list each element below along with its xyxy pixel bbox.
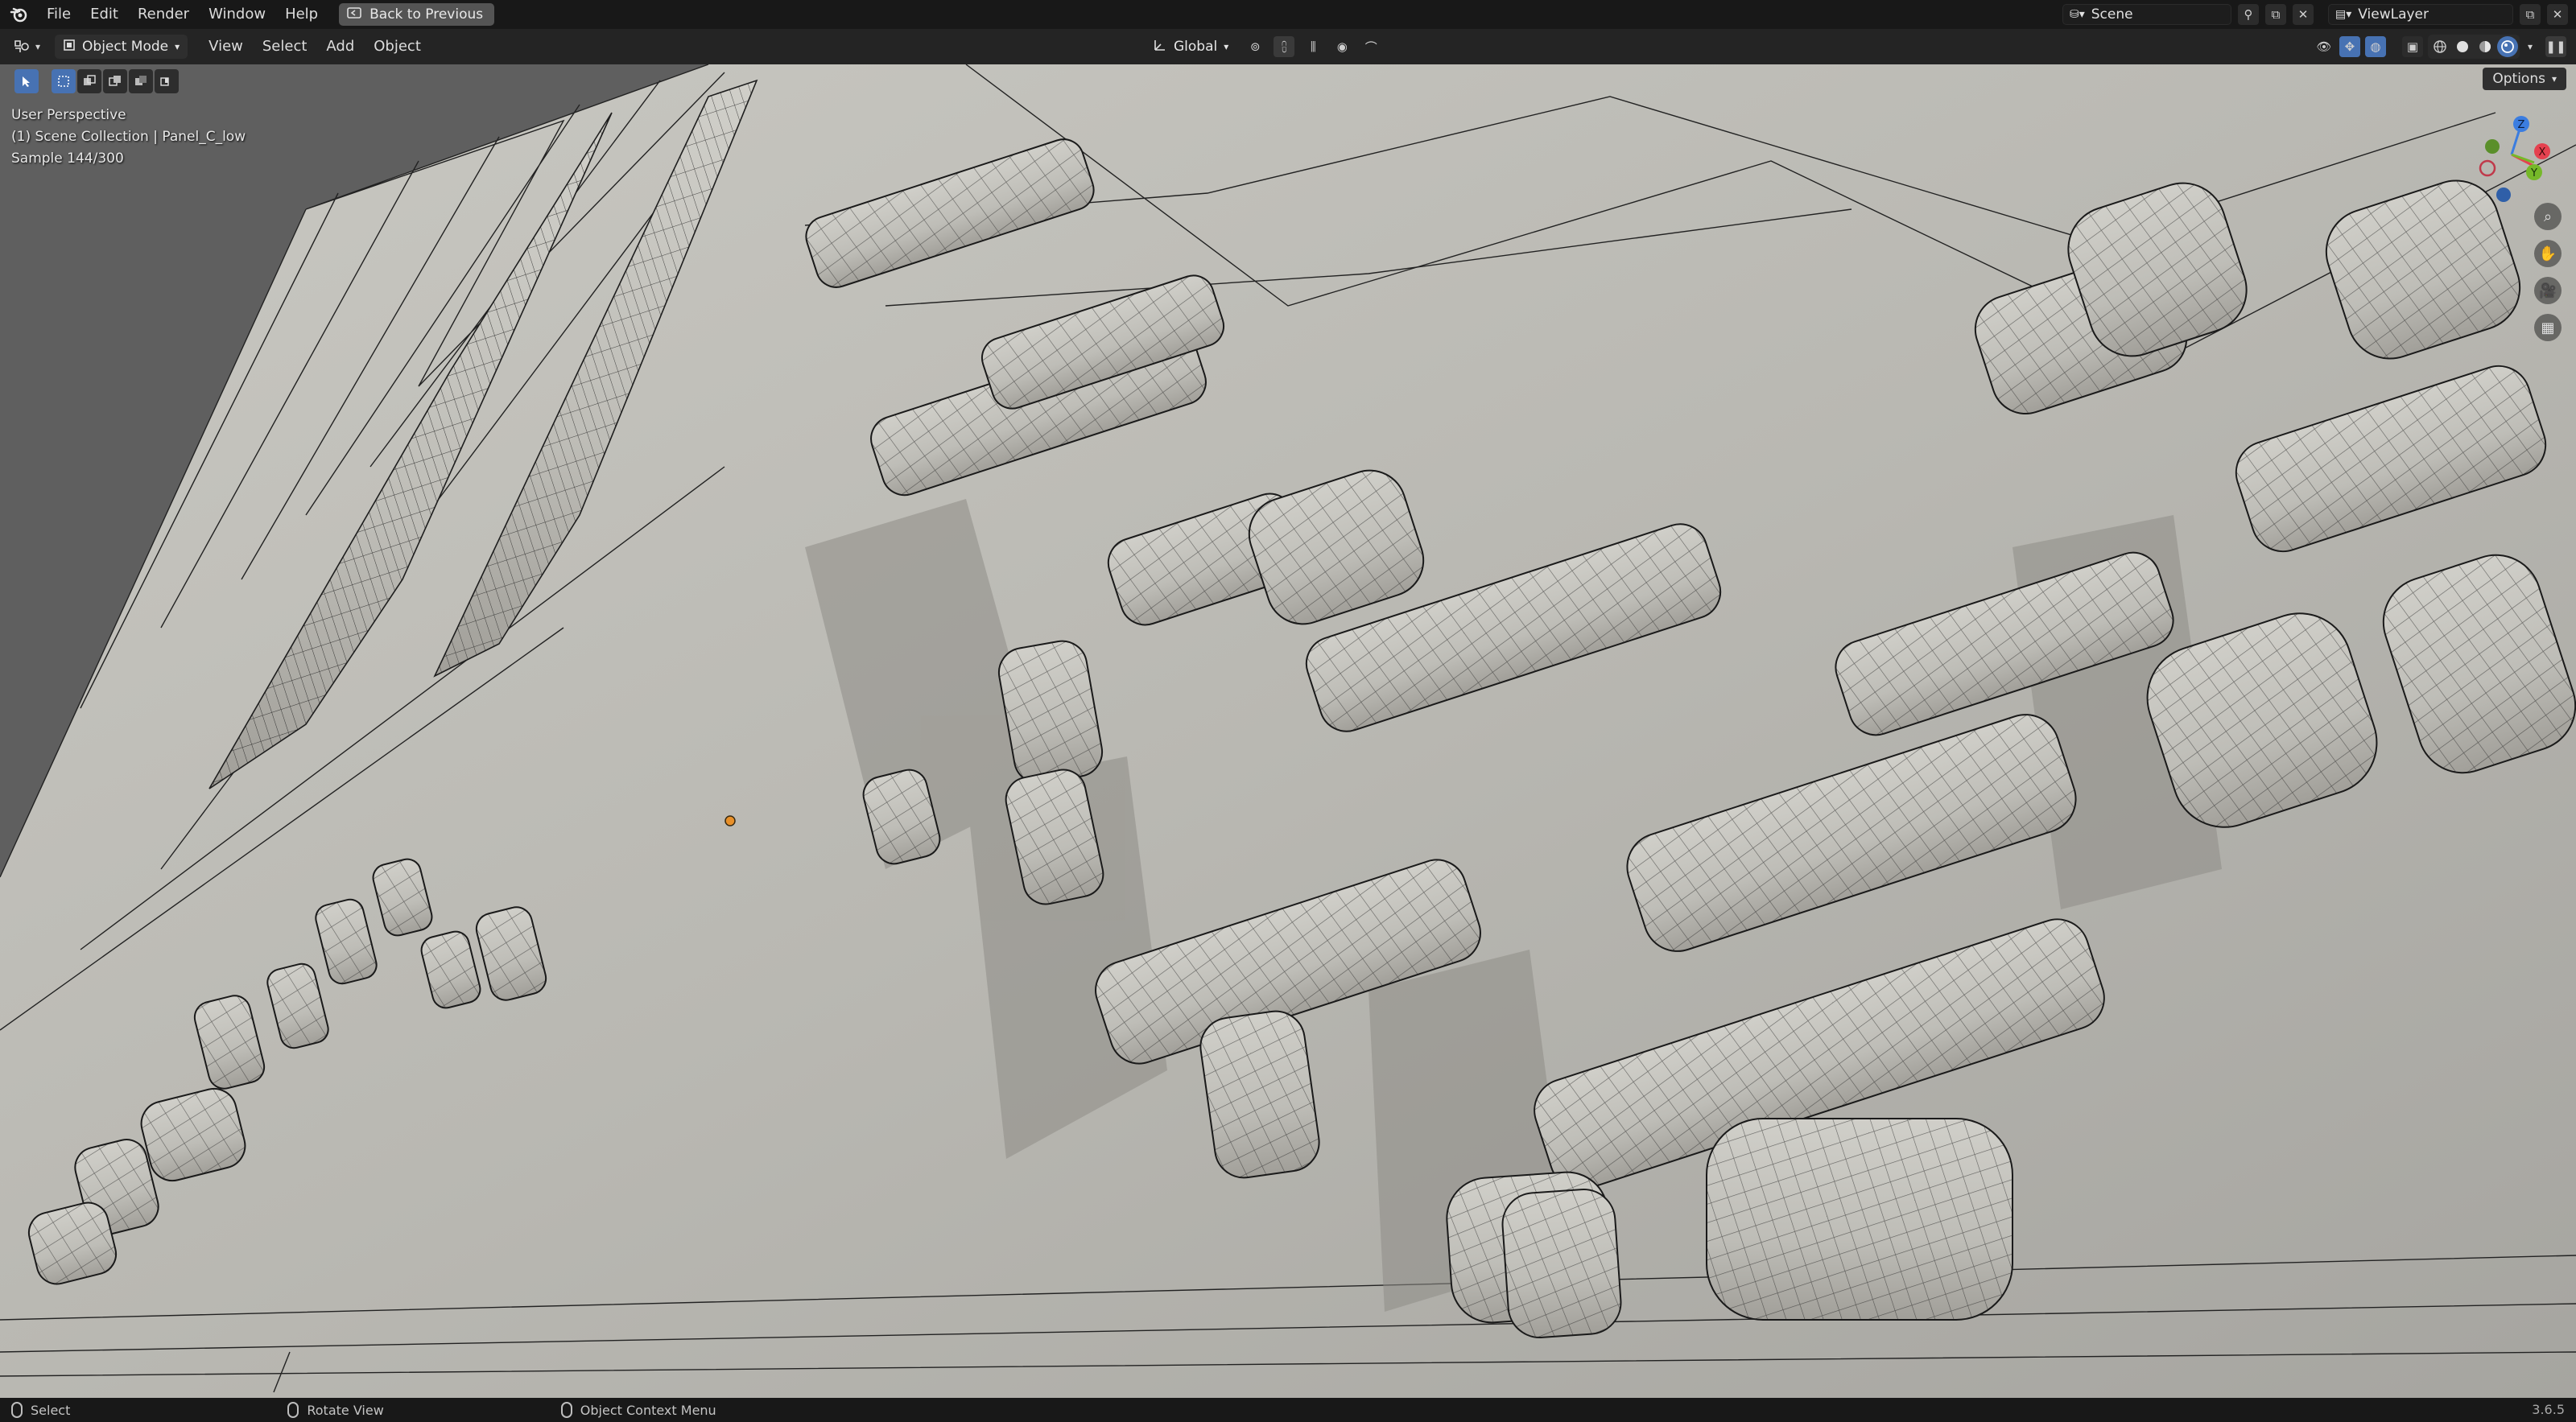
grid-icon[interactable]: ▦ [2534,314,2562,341]
neg-y-axis-handle [2485,139,2500,154]
menu-render[interactable]: Render [128,0,199,29]
transform-orientation-label: Global [1174,39,1218,55]
editor-type-icon[interactable]: ▾ [8,35,45,59]
menu-view[interactable]: View [199,29,253,64]
material-shading-icon[interactable] [2475,36,2496,57]
back-icon [347,6,361,23]
select-mode-toolbar [14,69,179,93]
status-rotate-label: Rotate View [307,1402,384,1418]
neg-z-axis-handle [2496,188,2511,202]
status-context: Object Context Menu [560,1402,716,1418]
new-scene-icon[interactable]: ⧉ [2265,4,2286,25]
scene-icon: ⛁▾ [2070,8,2085,21]
mouse-middle-icon [287,1402,299,1418]
menu-file[interactable]: File [37,0,80,29]
version-label: 3.6.5 [2532,1402,2565,1417]
status-select: Select [11,1402,70,1418]
menu-help[interactable]: Help [275,0,328,29]
orientation-icon [1153,38,1167,56]
mouse-right-icon [560,1402,572,1418]
close-icon[interactable]: ✕ [2293,4,2314,25]
menu-add[interactable]: Add [316,29,364,64]
remove-view-layer-icon[interactable]: ✕ [2547,4,2568,25]
select-new-icon[interactable] [52,69,76,93]
back-to-previous-button[interactable]: Back to Previous [339,3,495,26]
transform-orientation-dropdown[interactable]: Global ▾ [1145,35,1236,59]
menu-window[interactable]: Window [199,0,275,29]
transform-tools: Global ▾ ⊚ ⩉ ⫼ ◉ ⌒ [1135,29,1381,64]
status-context-label: Object Context Menu [580,1402,716,1418]
neg-x-axis-handle [2479,159,2496,177]
select-invert-icon[interactable] [129,69,153,93]
menu-object[interactable]: Object [364,29,431,64]
snap-icon[interactable]: ⩉ [1274,36,1295,57]
sample-counter: Sample 144/300 [11,150,124,167]
mesh-block-wireframe [1707,1119,2013,1320]
view-layer-icon: ▤▾ [2335,8,2352,21]
menu-select[interactable]: Select [253,29,317,64]
scene-selector-area: ⛁▾ Scene ⚲ ⧉ ✕ ▤▾ ViewLayer ⧉ ✕ [2062,0,2576,29]
shading-controls: 👁 ✥ ◍ ▣ ▾ ❚❚ [2314,29,2566,64]
xray-icon[interactable]: ▣ [2401,36,2423,57]
mouse-icon [11,1402,23,1418]
shading-options-icon[interactable]: ▾ [2528,41,2533,52]
pin-icon[interactable]: ⚲ [2238,4,2259,25]
select-subtract-icon[interactable] [103,69,127,93]
navigation-gizmo[interactable]: Z X Y [2463,106,2560,203]
status-bar: Select Rotate View Object Context Menu 3… [0,1398,2576,1422]
svg-text:X: X [2539,146,2546,159]
svg-text:Z: Z [2518,119,2525,131]
top-menu-bar: File Edit Render Window Help Back to Pre… [0,0,2576,29]
viewport-info-overlay: User Perspective (1) Scene Collection | … [11,105,246,170]
rendered-scene[interactable] [0,64,2576,1398]
rendered-shading-icon[interactable] [2496,36,2518,57]
svg-text:Y: Y [2530,167,2537,179]
proportional-icon[interactable]: ◉ [1331,36,1352,57]
blender-logo-icon[interactable] [8,3,31,26]
overlay-icon[interactable]: ◍ [2364,36,2386,57]
mesh-block-wireframe [1502,1189,1621,1338]
scene-selector[interactable]: ⛁▾ Scene [2062,4,2231,25]
origin-point [724,815,736,826]
status-rotate: Rotate View [287,1402,384,1418]
zoom-icon[interactable]: ⌕ [2534,203,2562,230]
object-mode-icon [63,39,76,56]
view-layer-name: ViewLayer [2358,6,2429,23]
select-intersect-icon[interactable] [155,69,179,93]
back-to-previous-label: Back to Previous [369,6,484,23]
hand-pan-icon[interactable]: ✋ [2534,240,2562,267]
scene-name: Scene [2091,6,2133,23]
navigation-buttons: ⌕ ✋ 🎥 ▦ [2534,203,2562,341]
view-layer-selector[interactable]: ▤▾ ViewLayer [2328,4,2513,25]
pivot-icon[interactable]: ⊚ [1245,36,1265,57]
options-dropdown[interactable]: Options ▾ [2483,68,2566,90]
wireframe-shading-icon[interactable] [2429,36,2450,57]
sidebar-toggle-icon[interactable]: ❚❚ [2545,36,2566,57]
mesh-block-wireframe [1200,1011,1319,1178]
menu-edit[interactable]: Edit [80,0,128,29]
snap-target-icon[interactable]: ⫼ [1302,36,1323,57]
3d-viewport[interactable]: User Perspective (1) Scene Collection | … [0,64,2576,1398]
camera-icon[interactable]: 🎥 [2534,277,2562,304]
select-box-icon[interactable] [14,69,39,93]
options-label: Options [2492,71,2545,87]
solid-shading-icon[interactable] [2452,36,2473,57]
object-mode-label: Object Mode [82,39,169,55]
collection-label: (1) Scene Collection | Panel_C_low [11,129,246,145]
visibility-icon[interactable]: 👁 [2314,36,2334,57]
gizmo-toggle-icon[interactable]: ✥ [2339,36,2360,57]
new-view-layer-icon[interactable]: ⧉ [2520,4,2541,25]
perspective-label: User Perspective [11,107,126,123]
object-mode-dropdown[interactable]: Object Mode ▾ [55,35,188,59]
select-extend-icon[interactable] [77,69,101,93]
status-select-label: Select [31,1402,71,1418]
shading-mode-group [2427,35,2520,59]
falloff-icon[interactable]: ⌒ [1360,36,1381,57]
viewport-header: ▾ Object Mode ▾ View Select Add Object G… [0,29,2576,64]
